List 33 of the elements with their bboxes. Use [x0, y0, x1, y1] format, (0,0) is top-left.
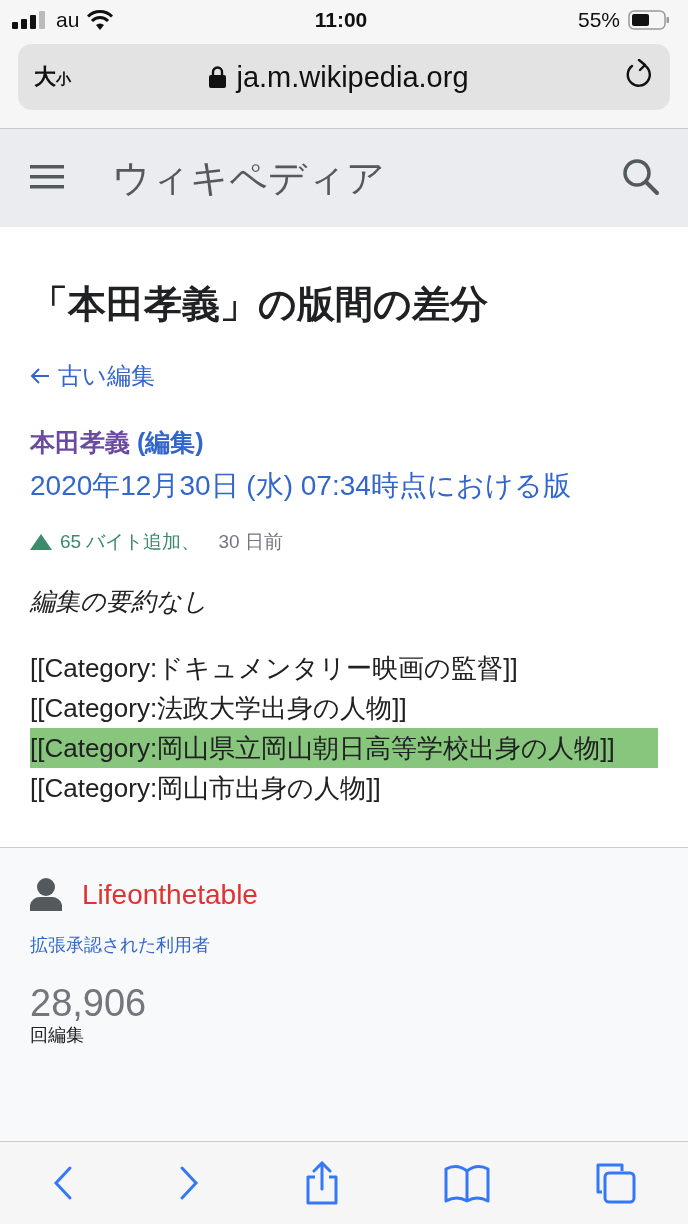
text-size-button[interactable]: 大小	[34, 62, 94, 92]
edit-link[interactable]: (編集)	[136, 428, 204, 456]
bytes-added: 65 バイト追加、	[60, 530, 201, 554]
edit-count-label: 回編集	[30, 1024, 85, 1047]
page-title: 「本田孝義」の版間の差分	[30, 282, 489, 327]
signal-icon	[12, 11, 48, 29]
user-icon	[30, 878, 62, 911]
back-button[interactable]	[52, 1165, 74, 1201]
edit-summary: 編集の要約なし	[30, 586, 209, 617]
edit-age: 30 日前	[218, 530, 283, 554]
lock-icon	[209, 66, 227, 88]
diff-line: [[Category:ドキュメンタリー映画の監督]]	[30, 652, 519, 685]
battery-percent: 55%	[577, 8, 620, 32]
user-group-link[interactable]: 拡張承認された利用者	[30, 933, 210, 957]
username-link[interactable]: Lifeonthetable	[82, 878, 258, 911]
forward-button[interactable]	[178, 1165, 200, 1201]
revision-timestamp-link[interactable]: 2020年12月30日 (水) 07:34時点における版	[30, 467, 571, 505]
diff-line: [[Category:法政大学出身の人物]]	[30, 692, 408, 725]
page-link[interactable]: 本田孝義	[30, 428, 130, 456]
carrier-name: au	[56, 8, 80, 32]
bookmarks-button[interactable]	[444, 1163, 490, 1203]
wifi-icon	[87, 10, 114, 30]
url-text: ja.m.wikipedia.org	[236, 60, 469, 94]
battery-icon	[628, 10, 670, 30]
previous-edit-link[interactable]: 古い編集	[30, 360, 155, 392]
edit-count: 28,906	[30, 983, 148, 1023]
tabs-button[interactable]	[594, 1162, 636, 1204]
clock-time: 11:00	[314, 8, 368, 32]
triangle-up-icon	[30, 534, 52, 550]
address-bar[interactable]: 大小 ja.m.wikipedia.org	[18, 44, 670, 110]
share-button[interactable]	[304, 1161, 340, 1205]
arrow-left-icon	[30, 367, 50, 385]
diff-line: [[Category:岡山市出身の人物]]	[30, 772, 382, 805]
